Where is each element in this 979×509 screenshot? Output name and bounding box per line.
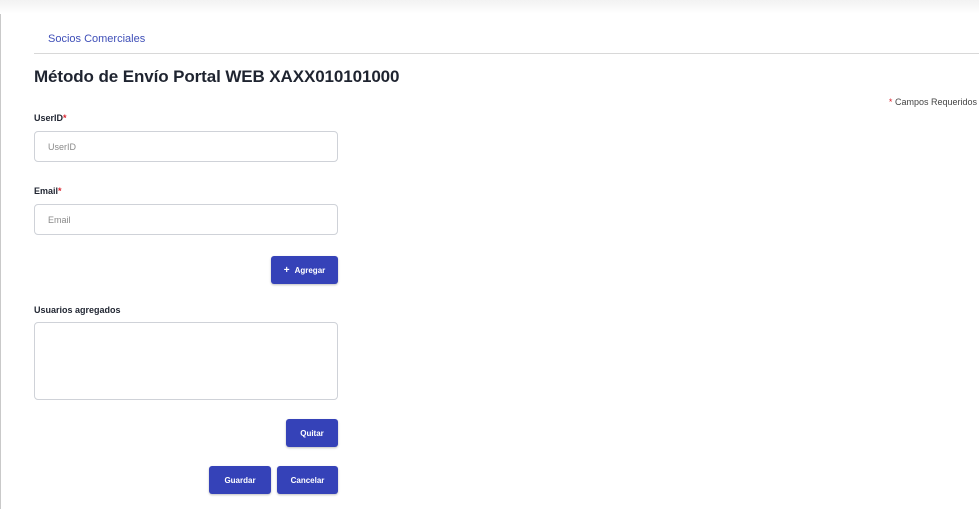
userid-input[interactable] (34, 131, 338, 162)
required-note-text: Campos Requeridos (894, 97, 977, 107)
userid-required-star: * (63, 113, 67, 123)
remove-button-label: Quitar (300, 428, 324, 438)
add-button[interactable]: + Agregar (271, 256, 338, 284)
userid-label-text: UserID (34, 113, 64, 123)
email-label-text: Email (34, 186, 59, 196)
plus-icon: + (283, 264, 290, 276)
cancel-button-label: Cancelar (290, 475, 325, 485)
required-star: * (888, 97, 893, 107)
email-required-star: * (58, 186, 62, 196)
userid-label: UserID* (34, 113, 67, 123)
users-list-textarea[interactable] (34, 322, 338, 400)
email-label: Email* (34, 186, 62, 196)
email-input[interactable] (34, 204, 338, 235)
page-title: Método de Envío Portal WEB XAXX010101000 (34, 67, 400, 86)
users-list-label: Usuarios agregados (34, 305, 121, 315)
breadcrumb-socios-comerciales[interactable]: Socios Comerciales (48, 33, 145, 45)
top-shadow (0, 0, 979, 14)
breadcrumb-divider (34, 53, 979, 54)
save-button-label: Guardar (224, 475, 256, 485)
cancel-button[interactable]: Cancelar (277, 466, 338, 494)
required-fields-note: * Campos Requeridos (889, 97, 977, 107)
save-button[interactable]: Guardar (209, 466, 271, 494)
remove-button[interactable]: Quitar (286, 419, 338, 447)
add-button-label: Agregar (294, 265, 326, 275)
